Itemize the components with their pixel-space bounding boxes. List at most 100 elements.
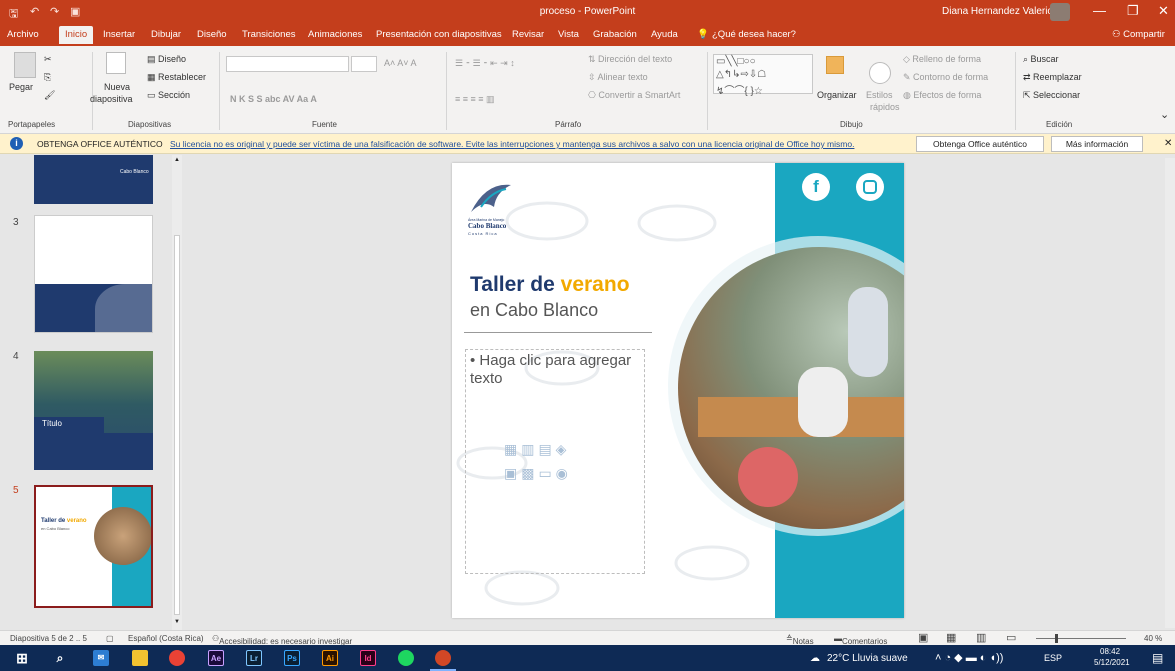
accessibility-status[interactable]: ⚇ Accesibilidad: es necesario investigar [212, 634, 352, 646]
illustrator-icon[interactable]: Ai [322, 650, 338, 666]
tab-transiciones[interactable]: Transiciones [242, 29, 296, 40]
tell-me-input[interactable]: ¿Qué desea hacer? [712, 29, 796, 40]
arrange-icon[interactable] [826, 56, 844, 74]
tab-grabacion[interactable]: Grabación [593, 29, 637, 40]
tab-vista[interactable]: Vista [558, 29, 579, 40]
view-slideshow-icon[interactable]: ▭ [1006, 631, 1016, 644]
weather-text[interactable]: 22°C Lluvia suave [827, 653, 908, 664]
quick-styles-label-2[interactable]: rápidos [870, 102, 900, 112]
notification-message[interactable]: Su licencia no es original y puede ser v… [170, 139, 854, 149]
clock-date[interactable]: 5/12/2021 [1094, 658, 1130, 667]
slide-subtitle[interactable]: en Cabo Blanco [470, 300, 598, 321]
restore-icon[interactable]: ❐ [1127, 3, 1139, 19]
windows-start-icon[interactable]: ⊞ [14, 650, 30, 666]
get-office-button[interactable]: Obtenga Office auténtico [916, 136, 1044, 152]
copy-icon[interactable]: ⎘ [44, 72, 51, 83]
tab-animaciones[interactable]: Animaciones [308, 29, 362, 40]
chrome-icon[interactable] [169, 650, 185, 666]
format-painter-icon[interactable]: 🖌 [44, 90, 55, 101]
font-name-input[interactable] [226, 56, 349, 72]
shape-effects-button[interactable]: ◍ Efectos de forma [903, 90, 981, 101]
thumbnail-slide-4[interactable]: Título [34, 351, 153, 470]
thumbnail-slide-3[interactable] [34, 215, 153, 333]
tab-revisar[interactable]: Revisar [512, 29, 544, 40]
font-grow-icon[interactable]: A˄ A˅ A [384, 58, 417, 68]
powerpoint-taskbar-icon[interactable] [435, 650, 451, 666]
notes-button[interactable]: ≙ Notas [786, 634, 814, 646]
indesign-icon[interactable]: Id [360, 650, 376, 666]
scroll-up-icon[interactable]: ▲ [174, 157, 180, 163]
language-status[interactable]: Español (Costa Rica) [128, 634, 204, 643]
cut-icon[interactable]: ✂ [44, 54, 52, 65]
align-text-button[interactable]: ⇳ Alinear texto [588, 72, 648, 83]
reset-button[interactable]: ▦ Restablecer [147, 72, 206, 83]
select-button[interactable]: ⇱ Seleccionar [1023, 90, 1080, 101]
shapes-gallery[interactable]: ▭╲╲□○○ △↰↳⇨⇩☖ ↯⌒⌒{ }☆ [713, 54, 813, 97]
tab-diseno[interactable]: Diseño [197, 29, 227, 40]
zoom-slider-thumb[interactable] [1055, 634, 1058, 643]
view-reading-icon[interactable]: ▥ [976, 631, 986, 644]
paste-label[interactable]: Pegar [9, 82, 33, 92]
align-icons[interactable]: ≡ ≡ ≡ ≡ ▥ [455, 94, 495, 105]
quick-styles-label[interactable]: Estilos [866, 90, 893, 100]
slide-scrollbar[interactable] [1165, 158, 1175, 628]
tab-ayuda[interactable]: Ayuda [651, 29, 678, 40]
new-slide-label-2[interactable]: diapositiva [90, 94, 133, 104]
notifications-icon[interactable]: ▤ [1152, 651, 1163, 665]
comments-button[interactable]: ▬ Comentarios [834, 634, 887, 646]
close-notification-icon[interactable]: ✕ [1164, 138, 1172, 149]
find-button[interactable]: ⌕ Buscar [1023, 54, 1059, 65]
shape-fill-button[interactable]: ◇ Relleno de forma [903, 54, 981, 65]
tab-archivo[interactable]: Archivo [7, 29, 39, 40]
thumbnail-slide-2[interactable]: Cabo Blanco [34, 155, 153, 204]
search-icon[interactable]: ⌕ [52, 650, 68, 666]
collapse-ribbon-icon[interactable]: ⌄ [1160, 108, 1169, 121]
minimize-icon[interactable]: — [1093, 3, 1106, 18]
language-indicator[interactable]: ESP [1044, 653, 1062, 663]
font-tools[interactable]: N K S S abc AV Aa A [230, 94, 317, 104]
share-button[interactable]: ⚇ Compartir [1112, 29, 1165, 40]
spotify-icon[interactable] [398, 650, 414, 666]
thumbnail-slide-5[interactable]: Taller de verano en Cabo Blanco [34, 485, 153, 608]
more-info-button[interactable]: Más información [1051, 136, 1143, 152]
zoom-level[interactable]: 40 % [1144, 634, 1162, 643]
zoom-slider[interactable] [1036, 638, 1126, 639]
thumbnail-scrollbar[interactable]: ▲ ▼ [172, 155, 182, 630]
avatar[interactable] [1050, 3, 1070, 21]
close-icon[interactable]: ✕ [1158, 3, 1169, 19]
replace-button[interactable]: ⇄ Reemplazar [1023, 72, 1082, 83]
layout-button[interactable]: ▤ Diseño [147, 54, 186, 65]
spell-check-icon[interactable]: ▢ [106, 634, 114, 643]
new-slide-icon[interactable] [106, 52, 126, 74]
text-direction-button[interactable]: ⇅ Dirección del texto [588, 54, 672, 65]
insert-content-icons[interactable]: ▦▥▤◈ [504, 441, 570, 458]
tab-presentacion[interactable]: Presentación con diapositivas [376, 29, 502, 40]
mail-icon[interactable]: ✉ [93, 650, 109, 666]
font-size-input[interactable] [351, 56, 377, 72]
slide-canvas[interactable]: f Área Marina de Manejo Cabo Blanco Cost… [452, 163, 904, 618]
slide-title[interactable]: Taller de verano [470, 273, 630, 297]
tray-icons[interactable]: ˄ ◔ ◆ ▬ ◐ ◖)) [935, 651, 1003, 664]
photoshop-icon[interactable]: Ps [284, 650, 300, 666]
arrange-label[interactable]: Organizar [817, 90, 857, 100]
quick-styles-icon[interactable] [869, 62, 891, 84]
tab-insertar[interactable]: Insertar [103, 29, 135, 40]
smartart-button[interactable]: ⎔ Convertir a SmartArt [588, 90, 680, 101]
lightroom-icon[interactable]: Lr [246, 650, 262, 666]
clock-time[interactable]: 08:42 [1100, 647, 1120, 656]
file-explorer-icon[interactable] [132, 650, 148, 666]
tab-dibujar[interactable]: Dibujar [151, 29, 181, 40]
weather-icon[interactable]: ☁ [810, 653, 820, 664]
after-effects-icon[interactable]: Ae [208, 650, 224, 666]
view-normal-icon[interactable]: ▣ [918, 631, 928, 644]
tab-inicio[interactable]: Inicio [59, 26, 94, 44]
scroll-down-icon[interactable]: ▼ [174, 619, 180, 625]
new-slide-label[interactable]: Nueva [104, 82, 130, 92]
content-placeholder[interactable]: • Haga clic para agregar texto ▦▥▤◈ ▣▩▭◉ [465, 349, 645, 574]
insert-media-icons[interactable]: ▣▩▭◉ [504, 465, 572, 482]
list-icons[interactable]: ☰ ⁃ ☰ ⁃ ⇤ ⇥ ↕ [455, 58, 515, 69]
paste-icon[interactable] [14, 52, 36, 78]
section-button[interactable]: ▭ Sección [147, 90, 190, 101]
view-sorter-icon[interactable]: ▦ [946, 631, 956, 644]
scroll-thumb[interactable] [174, 235, 180, 615]
